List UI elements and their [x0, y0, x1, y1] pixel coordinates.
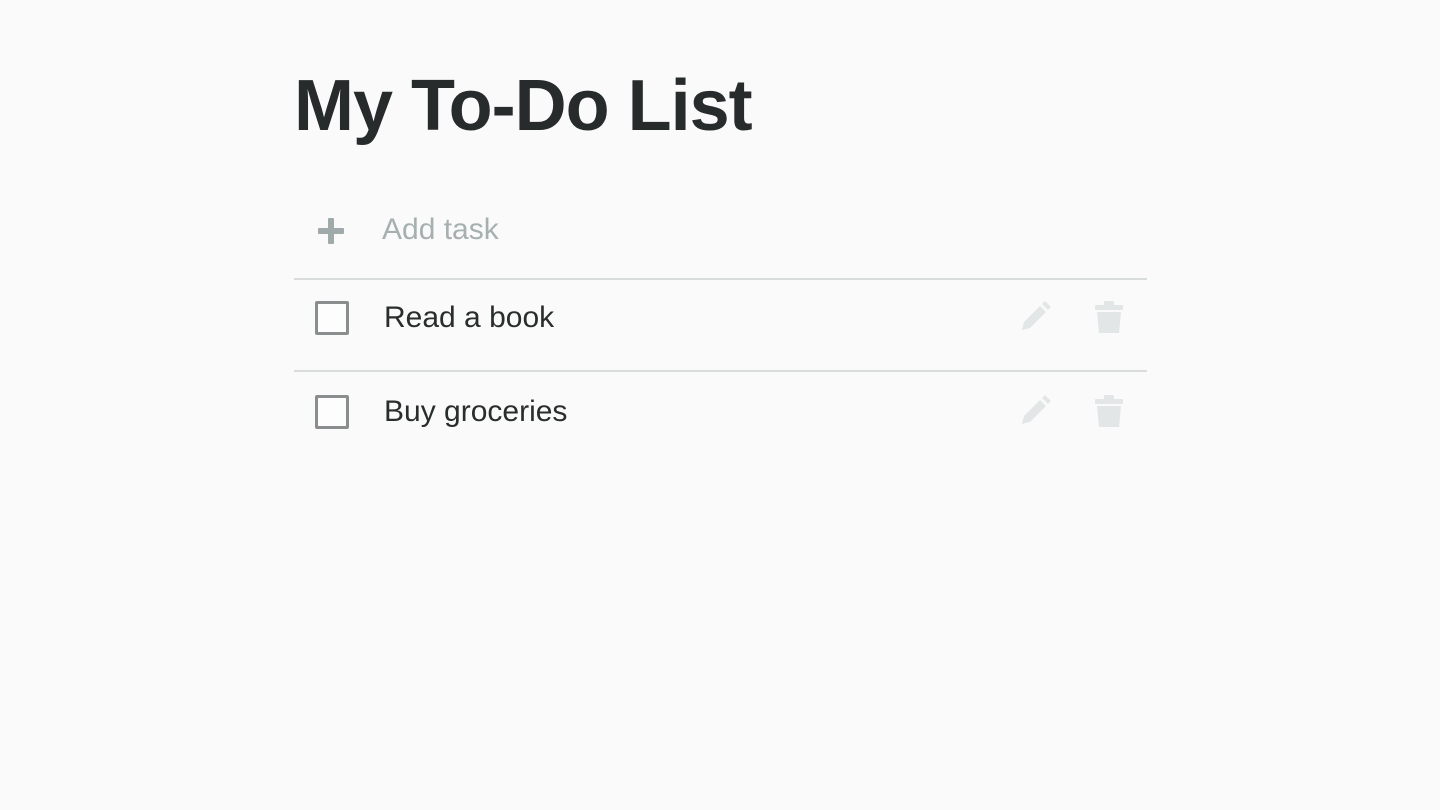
task-label: Read a book: [384, 301, 555, 334]
trash-icon[interactable]: [1094, 300, 1124, 334]
add-task-row: [294, 186, 1147, 280]
add-task-input[interactable]: [382, 208, 982, 252]
task-item: Buy groceries: [294, 372, 1147, 464]
task-checkbox[interactable]: [315, 395, 349, 429]
trash-icon[interactable]: [1094, 394, 1124, 428]
page-title: My To-Do List: [294, 66, 753, 146]
pencil-icon[interactable]: [1018, 300, 1052, 334]
task-list: Read a book Buy groceries: [294, 278, 1147, 464]
task-checkbox[interactable]: [315, 301, 349, 335]
task-label: Buy groceries: [384, 395, 568, 428]
task-item: Read a book: [294, 278, 1147, 372]
plus-icon[interactable]: [316, 216, 346, 246]
pencil-icon[interactable]: [1018, 394, 1052, 428]
